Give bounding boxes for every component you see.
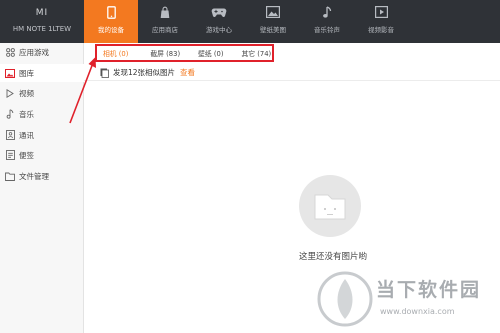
tab-label: 应用商店: [152, 26, 178, 34]
tab-video[interactable]: 视频影音: [354, 0, 408, 43]
device-model: HM NOTE 1LTEW: [12, 25, 72, 33]
tab-music-ringtones[interactable]: 音乐铃声: [300, 0, 354, 43]
shopping-bag-icon: [138, 6, 192, 19]
filter-other[interactable]: 其它 (74): [242, 48, 272, 58]
sidebar-item-label: 应用游戏: [19, 47, 49, 57]
contacts-icon: [5, 130, 15, 140]
content-divider: [84, 80, 500, 81]
folder-icon: [5, 171, 15, 181]
watermark-logo-icon: [317, 271, 373, 327]
phone-icon: [84, 6, 138, 19]
sidebar-item-notes[interactable]: 便签: [0, 146, 84, 164]
gallery-icon: [5, 68, 15, 78]
tab-label: 音乐铃声: [314, 26, 340, 34]
music-note-icon: [5, 109, 15, 119]
empty-folder-icon: [314, 194, 346, 220]
play-icon: [5, 88, 15, 98]
filter-screenshots[interactable]: 截屏 (83): [150, 48, 180, 58]
watermark: 当下软件园 www.downxia.com: [316, 270, 500, 330]
sidebar-item-label: 文件管理: [19, 171, 49, 181]
tab-label: 壁纸美图: [260, 26, 286, 34]
filter-camera[interactable]: 相机 (0): [103, 48, 128, 58]
notice-icon: [100, 68, 109, 78]
video-play-icon: [354, 6, 408, 19]
tab-game-center[interactable]: 游戏中心: [192, 0, 246, 43]
gamepad-icon: [192, 6, 246, 19]
sidebar-item-file-manager[interactable]: 文件管理: [0, 167, 84, 185]
empty-state-illustration: [299, 175, 361, 237]
tab-app-store[interactable]: 应用商店: [138, 0, 192, 43]
notes-icon: [5, 150, 15, 160]
empty-state-text: 这里还没有图片哟: [298, 252, 367, 262]
tab-wallpapers[interactable]: 壁纸美图: [246, 0, 300, 43]
tab-label: 游戏中心: [206, 26, 232, 34]
sidebar-item-label: 视频: [19, 88, 34, 98]
top-nav-bar: MI HM NOTE 1LTEW 我的设备 应用商店 游戏中心 壁纸美图 音乐铃…: [0, 0, 500, 43]
music-note-icon: [300, 6, 354, 19]
sidebar-item-label: 图库: [19, 68, 34, 78]
apps-grid-icon: [5, 47, 15, 57]
filter-wallpapers[interactable]: 壁纸 (0): [198, 48, 223, 58]
tab-label: 视频影音: [368, 26, 394, 34]
similar-images-notice: 发现12张相似图片 查看: [100, 67, 195, 78]
tab-my-device[interactable]: 我的设备: [84, 0, 138, 43]
annotation-arrow: [69, 57, 96, 124]
watermark-url: www.downxia.com: [380, 307, 455, 316]
device-info[interactable]: MI HM NOTE 1LTEW: [0, 0, 84, 43]
tab-label: 我的设备: [98, 26, 124, 34]
sidebar-item-label: 音乐: [19, 109, 34, 119]
device-brand: MI: [35, 8, 49, 18]
sidebar-item-label: 便签: [19, 150, 34, 160]
sidebar-item-label: 通讯: [19, 130, 34, 140]
notice-text: 发现12张相似图片: [113, 68, 176, 77]
image-icon: [246, 6, 300, 19]
view-similar-link[interactable]: 查看: [180, 67, 195, 78]
watermark-name: 当下软件园: [376, 279, 482, 301]
gallery-filter-bar: 相机 (0) 截屏 (83) 壁纸 (0) 其它 (74): [95, 44, 274, 62]
